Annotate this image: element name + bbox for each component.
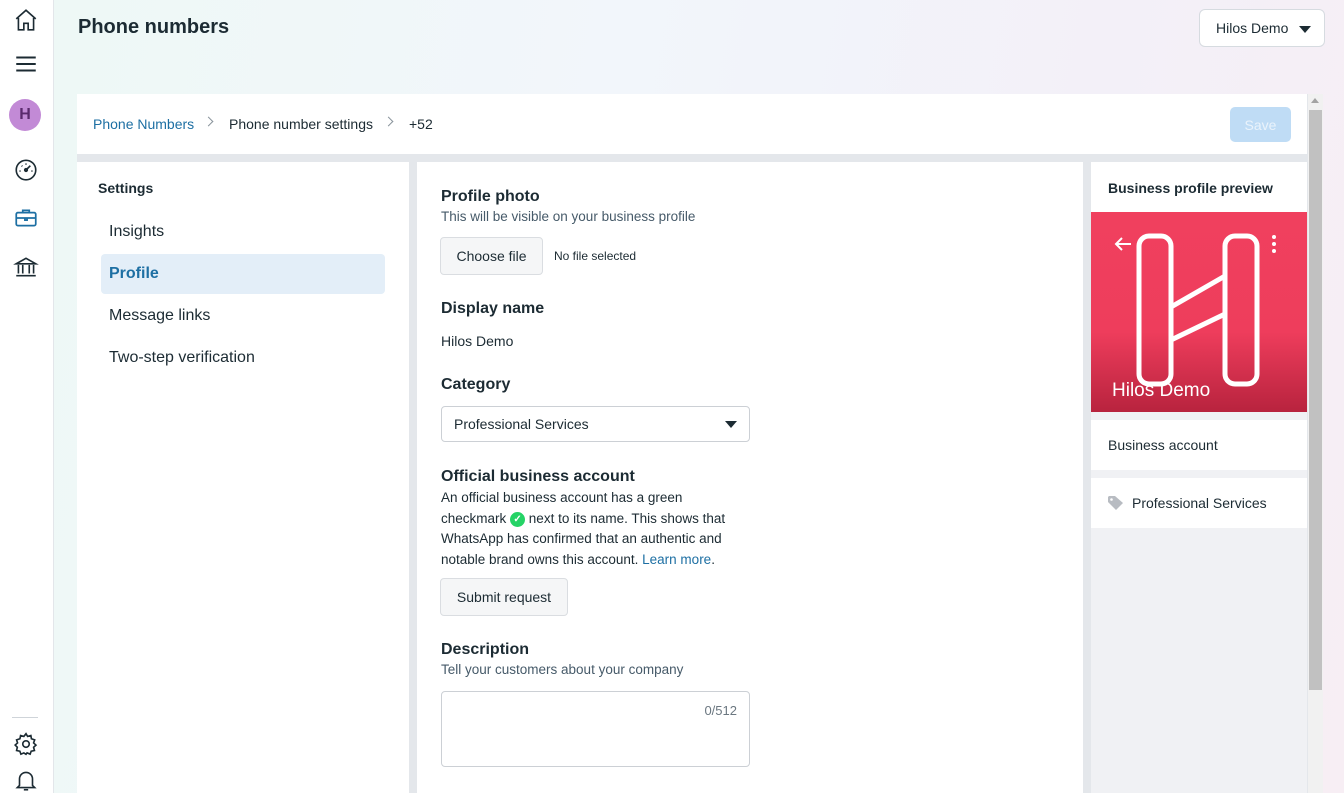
back-arrow-icon [1114, 237, 1131, 251]
scroll-up-arrow-icon[interactable] [1311, 98, 1319, 103]
profile-form: Profile photo This will be visible on yo… [417, 162, 1083, 793]
description-counter: 0/512 [704, 703, 737, 718]
settings-item-label: Insights [109, 223, 165, 240]
learn-more-link[interactable]: Learn more [642, 552, 711, 567]
settings-item-label: Message links [109, 307, 211, 324]
display-name-value: Hilos Demo [441, 333, 514, 349]
tag-icon [1108, 496, 1123, 510]
choose-file-button[interactable]: Choose file [440, 237, 543, 275]
chevron-right-icon [203, 116, 214, 127]
settings-item-insights[interactable]: Insights [101, 212, 385, 252]
preview-banner: Hilos Demo [1091, 212, 1307, 412]
account-selector[interactable]: Hilos Demo [1199, 9, 1325, 47]
verified-check-icon: ✓ [510, 511, 526, 527]
category-selected: Professional Services [454, 416, 589, 432]
main-panel: Phone Numbers Phone number settings +52 … [77, 94, 1323, 793]
preview-category: Professional Services [1132, 495, 1267, 511]
account-selector-label: Hilos Demo [1216, 20, 1289, 36]
display-name-heading: Display name [441, 300, 545, 317]
breadcrumb-phone-number-settings[interactable]: Phone number settings [229, 116, 373, 132]
left-nav-rail: H [0, 0, 54, 793]
bell-icon[interactable] [11, 765, 41, 793]
bank-icon[interactable] [11, 252, 41, 282]
rail-divider [12, 717, 38, 718]
category-heading: Category [441, 376, 511, 393]
description-heading: Description [441, 641, 530, 658]
chevron-right-icon [383, 116, 394, 127]
description-textarea[interactable]: 0/512 [441, 691, 750, 767]
avatar-letter: H [19, 106, 31, 123]
gear-icon[interactable] [11, 729, 41, 759]
settings-item-label: Two-step verification [109, 349, 255, 366]
file-status: No file selected [554, 249, 637, 263]
preview-title: Business profile preview [1091, 162, 1307, 212]
settings-item-label: Profile [109, 265, 159, 282]
preview-account-type-row: Business account [1091, 420, 1307, 470]
official-account-description: An official business account has a green… [441, 490, 726, 567]
breadcrumb-bar: Phone Numbers Phone number settings +52 … [77, 94, 1307, 154]
category-select[interactable]: Professional Services [441, 406, 750, 442]
settings-title: Settings [98, 180, 154, 196]
description-subtitle: Tell your customers about your company [441, 662, 684, 677]
official-account-heading: Official business account [441, 468, 635, 485]
submit-request-button[interactable]: Submit request [440, 578, 568, 616]
home-icon[interactable] [11, 5, 41, 35]
settings-item-two-step-verification[interactable]: Two-step verification [101, 338, 385, 378]
avatar[interactable]: H [9, 99, 41, 131]
settings-item-profile[interactable]: Profile [101, 254, 385, 294]
breadcrumb-phone-number: +52 [409, 116, 433, 132]
menu-icon[interactable] [11, 49, 41, 79]
breadcrumb-phone-numbers[interactable]: Phone Numbers [93, 116, 194, 132]
save-button[interactable]: Save [1230, 107, 1291, 142]
profile-photo-subtitle: This will be visible on your business pr… [441, 209, 696, 224]
profile-photo-heading: Profile photo [441, 188, 540, 205]
settings-item-message-links[interactable]: Message links [101, 296, 385, 336]
more-options-icon [1272, 235, 1276, 253]
dashboard-icon[interactable] [11, 155, 41, 185]
briefcase-icon[interactable] [11, 203, 41, 233]
page-title: Phone numbers [78, 16, 230, 38]
preview-business-name: Hilos Demo [1112, 380, 1211, 401]
preview-category-row: Professional Services [1091, 478, 1307, 528]
scrollbar[interactable] [1308, 94, 1323, 793]
scrollbar-thumb[interactable] [1309, 110, 1322, 690]
settings-sidebar: Settings Insights Profile Message links … [77, 162, 409, 793]
caret-down-icon [725, 421, 737, 428]
caret-down-icon [1299, 26, 1311, 33]
business-profile-preview: Business profile preview Hilos Demo Busi… [1091, 162, 1307, 793]
preview-account-type: Business account [1108, 437, 1218, 453]
